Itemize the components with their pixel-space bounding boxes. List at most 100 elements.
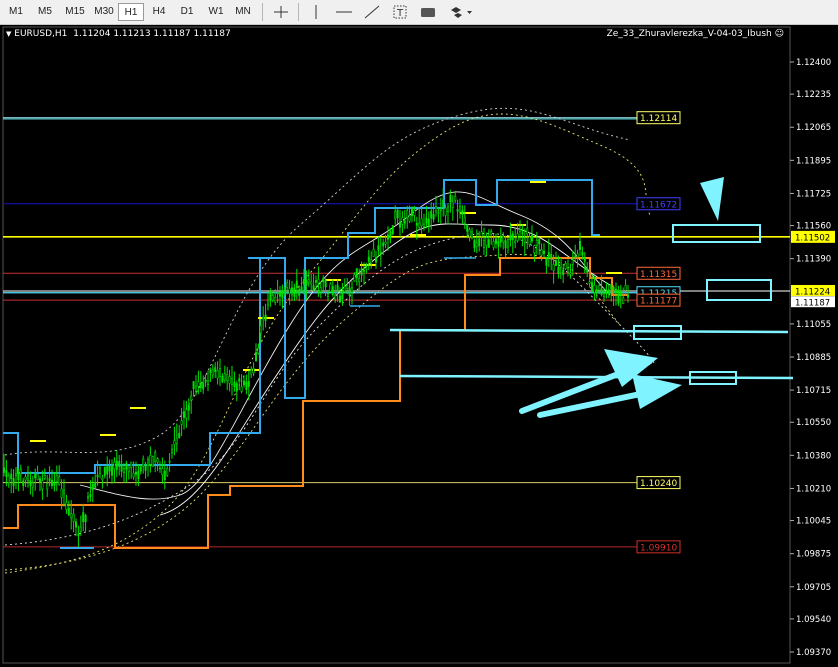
candle-body: [545, 259, 548, 266]
candle-body: [120, 464, 123, 472]
horizontal-line-icon[interactable]: [333, 3, 355, 21]
candle-body: [290, 287, 293, 293]
price-label: 1.12400: [796, 58, 831, 68]
candle-body: [113, 461, 116, 470]
candle-body: [391, 225, 394, 235]
candle-body: [302, 279, 305, 285]
candle-body: [372, 248, 375, 257]
rectangle-label-icon[interactable]: [417, 3, 439, 21]
candle-body: [571, 259, 574, 265]
candle-body: [341, 292, 344, 300]
price-label: 1.10210: [796, 484, 831, 494]
candle-body: [418, 222, 421, 228]
candle-body: [53, 482, 56, 486]
candle-body: [497, 241, 500, 247]
candle-body: [204, 379, 207, 383]
candle-body: [99, 467, 102, 475]
candle-body: [530, 234, 533, 242]
crosshair-icon[interactable]: [270, 3, 292, 21]
collapse-arrow-icon[interactable]: ▼: [6, 30, 11, 38]
candle-body: [331, 286, 334, 295]
candle-body: [132, 472, 135, 478]
candle-body: [233, 381, 236, 387]
candle-body: [382, 242, 385, 247]
candle-body: [281, 292, 284, 299]
timeframe-m5[interactable]: M5: [32, 3, 58, 21]
candle-body: [22, 480, 25, 487]
price-label: 1.09705: [796, 583, 831, 593]
lower-step-channel: [3, 257, 628, 549]
candle-body: [87, 496, 90, 499]
candle-body: [202, 382, 205, 390]
candle-body: [250, 369, 253, 375]
timeframe-w1[interactable]: W1: [203, 3, 229, 21]
timeframe-d1[interactable]: D1: [175, 3, 199, 21]
candle-body: [518, 229, 521, 232]
candle-body: [338, 295, 341, 303]
timeframe-mn[interactable]: MN: [230, 3, 256, 21]
candle-body: [2, 467, 5, 473]
shapes-dropdown-icon[interactable]: [447, 3, 475, 21]
candle-body: [108, 465, 111, 472]
candle-body: [377, 245, 380, 251]
candle-body: [77, 533, 80, 536]
candle-body: [499, 236, 502, 243]
candle-body: [362, 270, 365, 272]
candle-body: [12, 478, 15, 487]
timeframe-h4[interactable]: H4: [147, 3, 171, 21]
candle-body: [190, 395, 193, 401]
candle-body: [516, 233, 519, 241]
candle-body: [370, 259, 373, 265]
candle-body: [461, 209, 464, 215]
candle-body: [171, 448, 174, 454]
candle-body: [286, 282, 289, 288]
candle-body: [569, 272, 572, 275]
candle-body: [15, 473, 18, 477]
candle-body: [535, 240, 538, 246]
candle-body: [70, 513, 73, 519]
candle-body: [610, 284, 613, 290]
candle-body: [434, 205, 437, 212]
candle-body: [65, 502, 68, 510]
candle-body: [101, 477, 104, 481]
candle-body: [38, 478, 41, 483]
candle-body: [374, 257, 377, 263]
candle-body: [398, 221, 401, 228]
candle-body: [111, 466, 114, 476]
candle-body: [264, 314, 267, 321]
candle-body: [72, 513, 75, 522]
candle-body: [454, 195, 457, 201]
level-tag-text: 1.11177: [640, 297, 677, 307]
candle-body: [456, 209, 459, 212]
chart-window[interactable]: 1.12400 1.12235 1.12065 1.11895 1.11725 1.115…: [0, 25, 838, 667]
timeframe-m15[interactable]: M15: [61, 3, 89, 21]
candle-body: [255, 352, 258, 362]
price-chart[interactable]: 1.12400 1.12235 1.12065 1.11895 1.11725 1.115…: [0, 25, 838, 667]
smiley-icon: ☺: [774, 29, 784, 39]
target-box-1: [672, 224, 761, 243]
trendline-icon[interactable]: [361, 3, 383, 21]
candle-body: [595, 289, 598, 294]
candle-body: [588, 281, 591, 284]
candle-body: [243, 380, 246, 386]
level-tag-text: 1.12114: [640, 114, 677, 124]
timeframe-h1[interactable]: H1: [118, 3, 144, 21]
candle-body: [367, 256, 370, 262]
arrow-2-head: [632, 374, 682, 409]
candle-body: [492, 241, 495, 248]
candle-body: [470, 231, 473, 239]
candle-body: [432, 214, 435, 220]
timeframe-m30[interactable]: M30: [90, 3, 118, 21]
candle-body: [173, 440, 176, 445]
candle-body: [247, 381, 250, 387]
candle-body: [79, 526, 82, 532]
candle-body: [485, 237, 488, 246]
vertical-line-icon[interactable]: [305, 3, 327, 21]
text-tool-icon[interactable]: T: [389, 3, 411, 21]
candle-body: [622, 297, 625, 304]
candle-body: [350, 287, 353, 292]
candle-body: [466, 224, 469, 232]
candle-body: [276, 292, 279, 295]
timeframe-m1[interactable]: M1: [4, 3, 28, 21]
candle-body: [415, 223, 418, 226]
